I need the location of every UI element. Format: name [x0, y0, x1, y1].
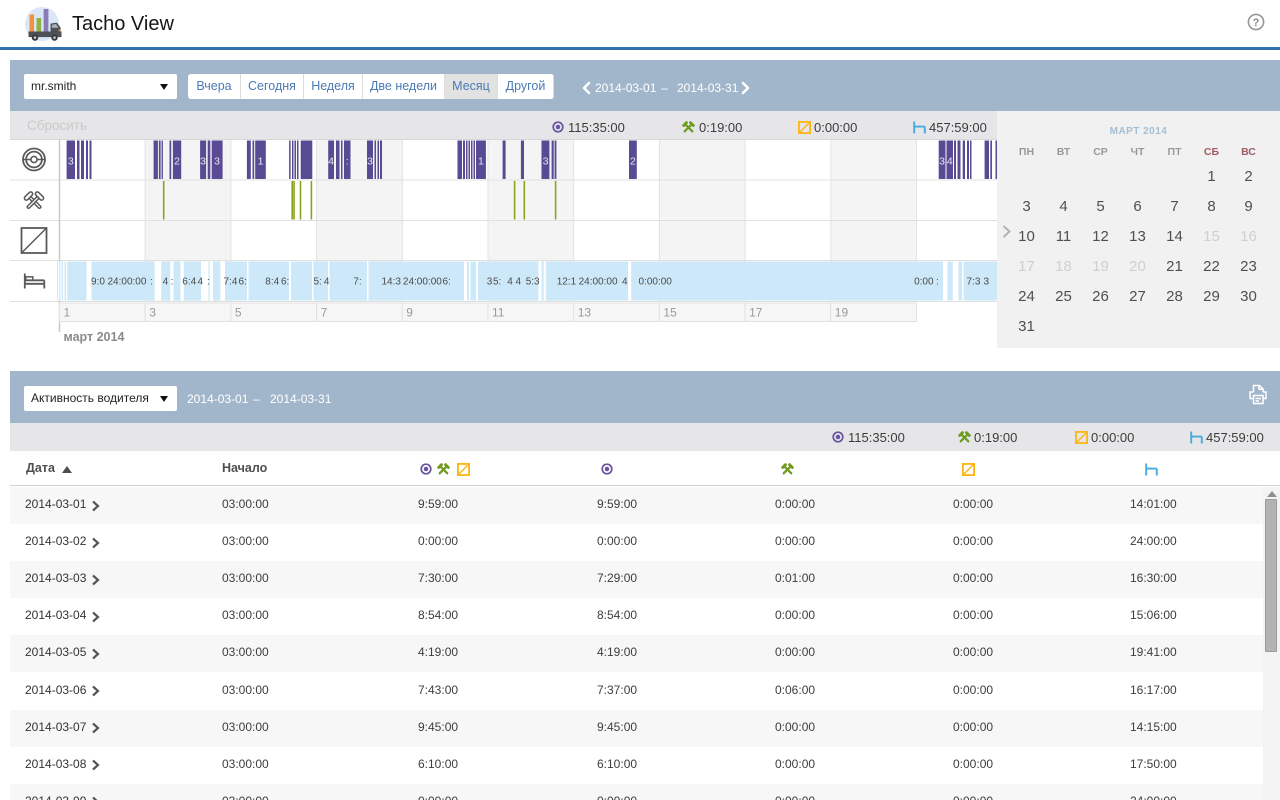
svg-text:24:00:00: 24:00:00	[579, 277, 618, 288]
svg-text:5:3: 5:3	[526, 277, 540, 288]
svg-text:11: 11	[492, 306, 505, 320]
svg-text:1: 1	[64, 306, 71, 320]
svg-text:2: 2	[630, 156, 636, 168]
svg-text::: :	[150, 277, 153, 288]
svg-text:3: 3	[200, 156, 206, 168]
svg-text:3: 3	[367, 156, 373, 168]
svg-text:13: 13	[578, 306, 592, 320]
svg-text:5:: 5:	[493, 277, 501, 288]
svg-text::: :	[936, 277, 939, 288]
svg-text:6:: 6:	[281, 277, 289, 288]
svg-text:1: 1	[258, 156, 264, 168]
svg-text:4: 4	[163, 277, 169, 288]
svg-text:9: 9	[406, 306, 413, 320]
svg-text:17: 17	[749, 306, 763, 320]
svg-text:3: 3	[939, 156, 945, 168]
svg-text:6:4: 6:4	[182, 277, 196, 288]
svg-text:24:00:00: 24:00:00	[108, 277, 147, 288]
svg-text:0:00: 0:00	[914, 277, 934, 288]
svg-text:14:3: 14:3	[382, 277, 402, 288]
svg-text:3: 3	[149, 306, 156, 320]
svg-text:7:: 7:	[353, 277, 361, 288]
svg-text:3: 3	[214, 156, 220, 168]
svg-text:3: 3	[543, 156, 549, 168]
svg-text:6:: 6:	[239, 277, 247, 288]
svg-text::: :	[207, 277, 210, 288]
svg-text:5: 5	[235, 306, 242, 320]
svg-text:8:4: 8:4	[265, 277, 279, 288]
svg-text:7: 7	[321, 306, 328, 320]
svg-text:4: 4	[947, 156, 953, 168]
svg-text:4: 4	[198, 277, 204, 288]
svg-text:0:00:00: 0:00:00	[639, 277, 673, 288]
svg-text:9:0: 9:0	[91, 277, 105, 288]
svg-text:3: 3	[68, 156, 74, 168]
svg-text:4: 4	[516, 277, 522, 288]
svg-text:7:3: 7:3	[967, 277, 981, 288]
svg-text:3: 3	[487, 277, 493, 288]
svg-text:6:: 6:	[443, 277, 451, 288]
svg-text:19: 19	[835, 306, 849, 320]
svg-text::: :	[171, 277, 174, 288]
svg-text:1: 1	[478, 156, 484, 168]
svg-text:март 2014: март 2014	[64, 330, 125, 344]
svg-text:7:4: 7:4	[224, 277, 238, 288]
svg-text:4: 4	[622, 277, 628, 288]
svg-text:2: 2	[174, 156, 180, 168]
svg-text:5:: 5:	[314, 277, 322, 288]
svg-text:4: 4	[507, 277, 513, 288]
svg-text:24:00:00: 24:00:00	[403, 277, 442, 288]
svg-text:12:1: 12:1	[557, 277, 577, 288]
svg-text:3: 3	[984, 277, 990, 288]
svg-text:?: ?	[1253, 17, 1260, 29]
svg-text:15: 15	[663, 306, 677, 320]
svg-text::: :	[346, 156, 349, 168]
svg-text:4: 4	[324, 277, 330, 288]
svg-text:4: 4	[328, 156, 334, 168]
